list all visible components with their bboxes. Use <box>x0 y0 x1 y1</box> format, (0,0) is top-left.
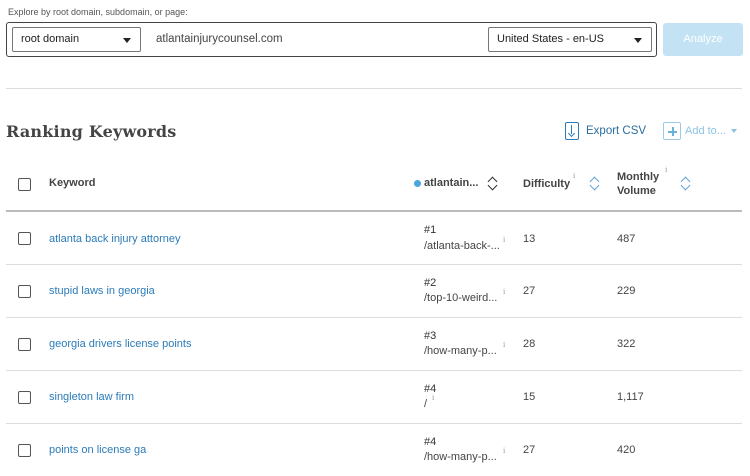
caret-down-icon <box>730 129 737 133</box>
volume-value: 487 <box>617 233 636 245</box>
column-header-site[interactable]: atlantain... <box>424 177 478 189</box>
difficulty-value: 27 <box>523 444 536 456</box>
rank-url[interactable]: /how-many-p... <box>424 451 497 463</box>
section-title: Ranking Keywords <box>6 122 177 141</box>
rank-value: #4 <box>424 436 437 448</box>
info-icon[interactable]: i <box>503 288 505 296</box>
info-icon[interactable]: i <box>503 341 505 349</box>
rank-value: #3 <box>424 330 437 342</box>
rank-url[interactable]: /how-many-p... <box>424 345 497 357</box>
column-header-keyword[interactable]: Keyword <box>49 177 95 189</box>
keyword-link[interactable]: georgia drivers license points <box>49 338 191 350</box>
volume-value: 229 <box>617 285 636 297</box>
scope-select[interactable]: root domain <box>12 27 141 52</box>
difficulty-value: 13 <box>523 233 536 245</box>
difficulty-value: 27 <box>523 285 536 297</box>
volume-value: 1,117 <box>617 391 644 403</box>
export-csv-button[interactable]: Export CSV <box>565 121 646 141</box>
info-icon[interactable]: i <box>573 172 575 180</box>
keyword-link[interactable]: atlanta back injury attorney <box>49 233 180 245</box>
difficulty-value: 28 <box>523 338 536 350</box>
info-icon[interactable]: i <box>503 447 505 455</box>
search-box: root domain atlantainjurycounsel.com Uni… <box>6 22 657 57</box>
add-to-label: Add to... <box>685 125 726 137</box>
column-header-monthly-volume-line1[interactable]: Monthly <box>617 171 659 183</box>
row-checkbox[interactable] <box>18 285 31 298</box>
caret-down-icon <box>123 38 131 43</box>
export-csv-label: Export CSV <box>586 125 647 137</box>
caret-down-icon <box>634 38 642 43</box>
explore-label: Explore by root domain, subdomain, or pa… <box>8 7 188 17</box>
row-divider <box>6 370 742 371</box>
column-header-monthly-volume-line2[interactable]: Volume <box>617 185 656 197</box>
plus-icon <box>663 122 681 140</box>
site-color-dot <box>414 180 421 187</box>
rank-url[interactable]: /top-10-weird... <box>424 292 497 304</box>
rank-value: #2 <box>424 277 437 289</box>
rank-value: #1 <box>424 224 437 236</box>
sort-icon[interactable] <box>680 175 692 191</box>
locale-select-value: United States - en-US <box>497 33 604 45</box>
sort-icon[interactable] <box>487 175 499 191</box>
rank-url[interactable]: /atlanta-back-... <box>424 240 500 252</box>
rank-value: #4 <box>424 383 437 395</box>
scope-select-value: root domain <box>21 33 80 45</box>
select-all-checkbox[interactable] <box>18 178 31 191</box>
analyze-button[interactable]: Analyze <box>663 23 743 56</box>
row-checkbox[interactable] <box>18 232 31 245</box>
row-divider <box>6 423 742 424</box>
domain-input[interactable]: atlantainjurycounsel.com <box>156 29 283 50</box>
header-rule <box>6 210 742 212</box>
row-checkbox[interactable] <box>18 444 31 457</box>
row-checkbox[interactable] <box>18 391 31 404</box>
keyword-link[interactable]: stupid laws in georgia <box>49 285 155 297</box>
info-icon[interactable]: i <box>503 236 505 244</box>
volume-value: 420 <box>617 444 636 456</box>
volume-value: 322 <box>617 338 636 350</box>
row-divider <box>6 317 742 318</box>
difficulty-value: 15 <box>523 391 536 403</box>
keyword-link[interactable]: singleton law firm <box>49 391 134 403</box>
divider <box>6 88 742 89</box>
row-divider <box>6 264 742 265</box>
add-to-button[interactable]: Add to... <box>663 121 737 141</box>
row-checkbox[interactable] <box>18 338 31 351</box>
info-icon[interactable]: i <box>432 394 434 402</box>
locale-select[interactable]: United States - en-US <box>488 27 652 52</box>
keyword-link[interactable]: points on license ga <box>49 444 146 456</box>
info-icon[interactable]: i <box>665 166 667 174</box>
column-header-difficulty[interactable]: Difficulty <box>523 178 570 190</box>
export-csv-icon <box>565 122 579 140</box>
rank-url[interactable]: / <box>424 398 427 410</box>
sort-icon[interactable] <box>589 175 601 191</box>
